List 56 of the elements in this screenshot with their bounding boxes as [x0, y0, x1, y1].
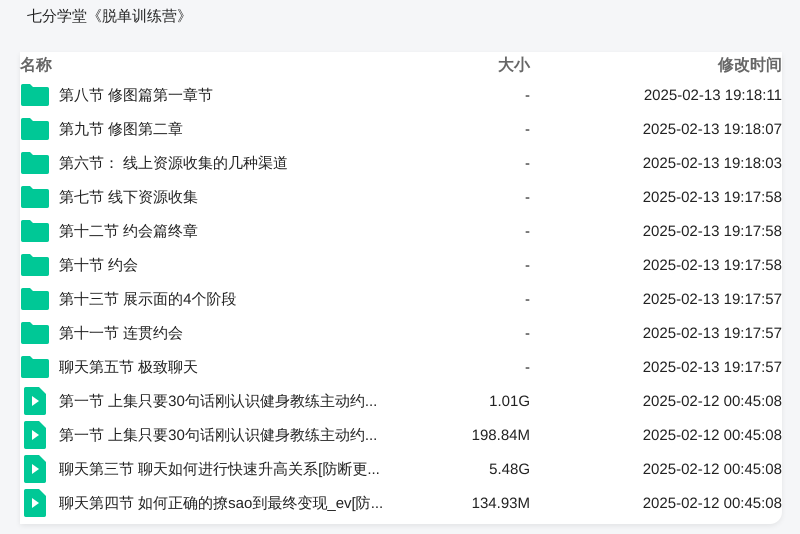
- file-name[interactable]: 第十节 约会: [59, 256, 138, 274]
- video-file-icon: [24, 387, 46, 415]
- file-name[interactable]: 聊天第五节 极致聊天: [59, 358, 198, 376]
- column-header[interactable]: 修改时间: [530, 54, 782, 76]
- file-name[interactable]: 第九节 修图第二章: [59, 120, 184, 138]
- file-size: -: [524, 188, 530, 206]
- file-size: 5.48G: [488, 460, 530, 478]
- file-size: 1.01G: [488, 392, 530, 410]
- modified-time: 2025-02-12 00:45:08: [642, 494, 782, 512]
- modified-time: 2025-02-13 19:17:57: [642, 358, 782, 376]
- file-name[interactable]: 第六节： 线上资源收集的几种渠道: [59, 154, 288, 172]
- file-size: -: [524, 358, 530, 376]
- modified-time: 2025-02-13 19:17:57: [642, 290, 782, 308]
- page-title: 七分学堂《脱单训练营》: [26, 7, 193, 27]
- video-file-icon: [24, 489, 46, 517]
- file-size: -: [524, 222, 530, 240]
- file-name[interactable]: 第十一节 连贯约会: [59, 324, 184, 342]
- file-size: 134.93M: [470, 494, 530, 512]
- folder-icon: [20, 254, 49, 276]
- column-header[interactable]: 名称: [20, 54, 410, 76]
- file-name[interactable]: 第八节 修图篇第一章节: [59, 86, 214, 104]
- folder-icon: [20, 84, 49, 106]
- modified-time: 2025-02-12 00:45:08: [642, 460, 782, 478]
- column-header[interactable]: 大小: [410, 54, 530, 76]
- file-size: -: [524, 86, 530, 104]
- modified-time: 2025-02-12 00:45:08: [642, 426, 782, 444]
- modified-time: 2025-02-13 19:17:58: [642, 188, 782, 206]
- video-file-icon: [24, 421, 46, 449]
- file-size: -: [524, 154, 530, 172]
- folder-icon: [20, 322, 49, 344]
- file-size: -: [524, 324, 530, 342]
- modified-time: 2025-02-13 19:17:58: [642, 256, 782, 274]
- modified-time: 2025-02-12 00:45:08: [642, 392, 782, 410]
- file-name[interactable]: 第七节 线下资源收集: [59, 188, 198, 206]
- modified-time: 2025-02-13 19:17:57: [642, 324, 782, 342]
- file-name[interactable]: 第一节 上集只要30句话刚认识健身教练主动约...: [59, 426, 378, 444]
- folder-icon: [20, 356, 49, 378]
- file-size: -: [524, 290, 530, 308]
- folder-icon: [20, 186, 49, 208]
- folder-icon: [20, 118, 49, 140]
- modified-time: 2025-02-13 19:17:58: [642, 222, 782, 240]
- folder-icon: [20, 220, 49, 242]
- file-size: -: [524, 256, 530, 274]
- folder-icon: [20, 288, 49, 310]
- modified-time: 2025-02-13 19:18:11: [642, 86, 782, 104]
- file-name[interactable]: 第十三节 展示面的4个阶段: [59, 290, 237, 308]
- file-name[interactable]: 聊天第三节 聊天如何进行快速升高关系[防断更...: [59, 460, 380, 478]
- modified-time: 2025-02-13 19:18:07: [642, 120, 782, 138]
- file-name[interactable]: 聊天第四节 如何正确的撩sao到最终变现_ev[防...: [59, 494, 384, 512]
- file-name[interactable]: 第一节 上集只要30句话刚认识健身教练主动约...: [59, 392, 378, 410]
- file-name[interactable]: 第十二节 约会篇终章: [59, 222, 198, 240]
- folder-icon: [20, 152, 49, 174]
- modified-time: 2025-02-13 19:18:03: [642, 154, 782, 172]
- file-size: -: [524, 120, 530, 138]
- file-size: 198.84M: [470, 426, 530, 444]
- video-file-icon: [24, 455, 46, 483]
